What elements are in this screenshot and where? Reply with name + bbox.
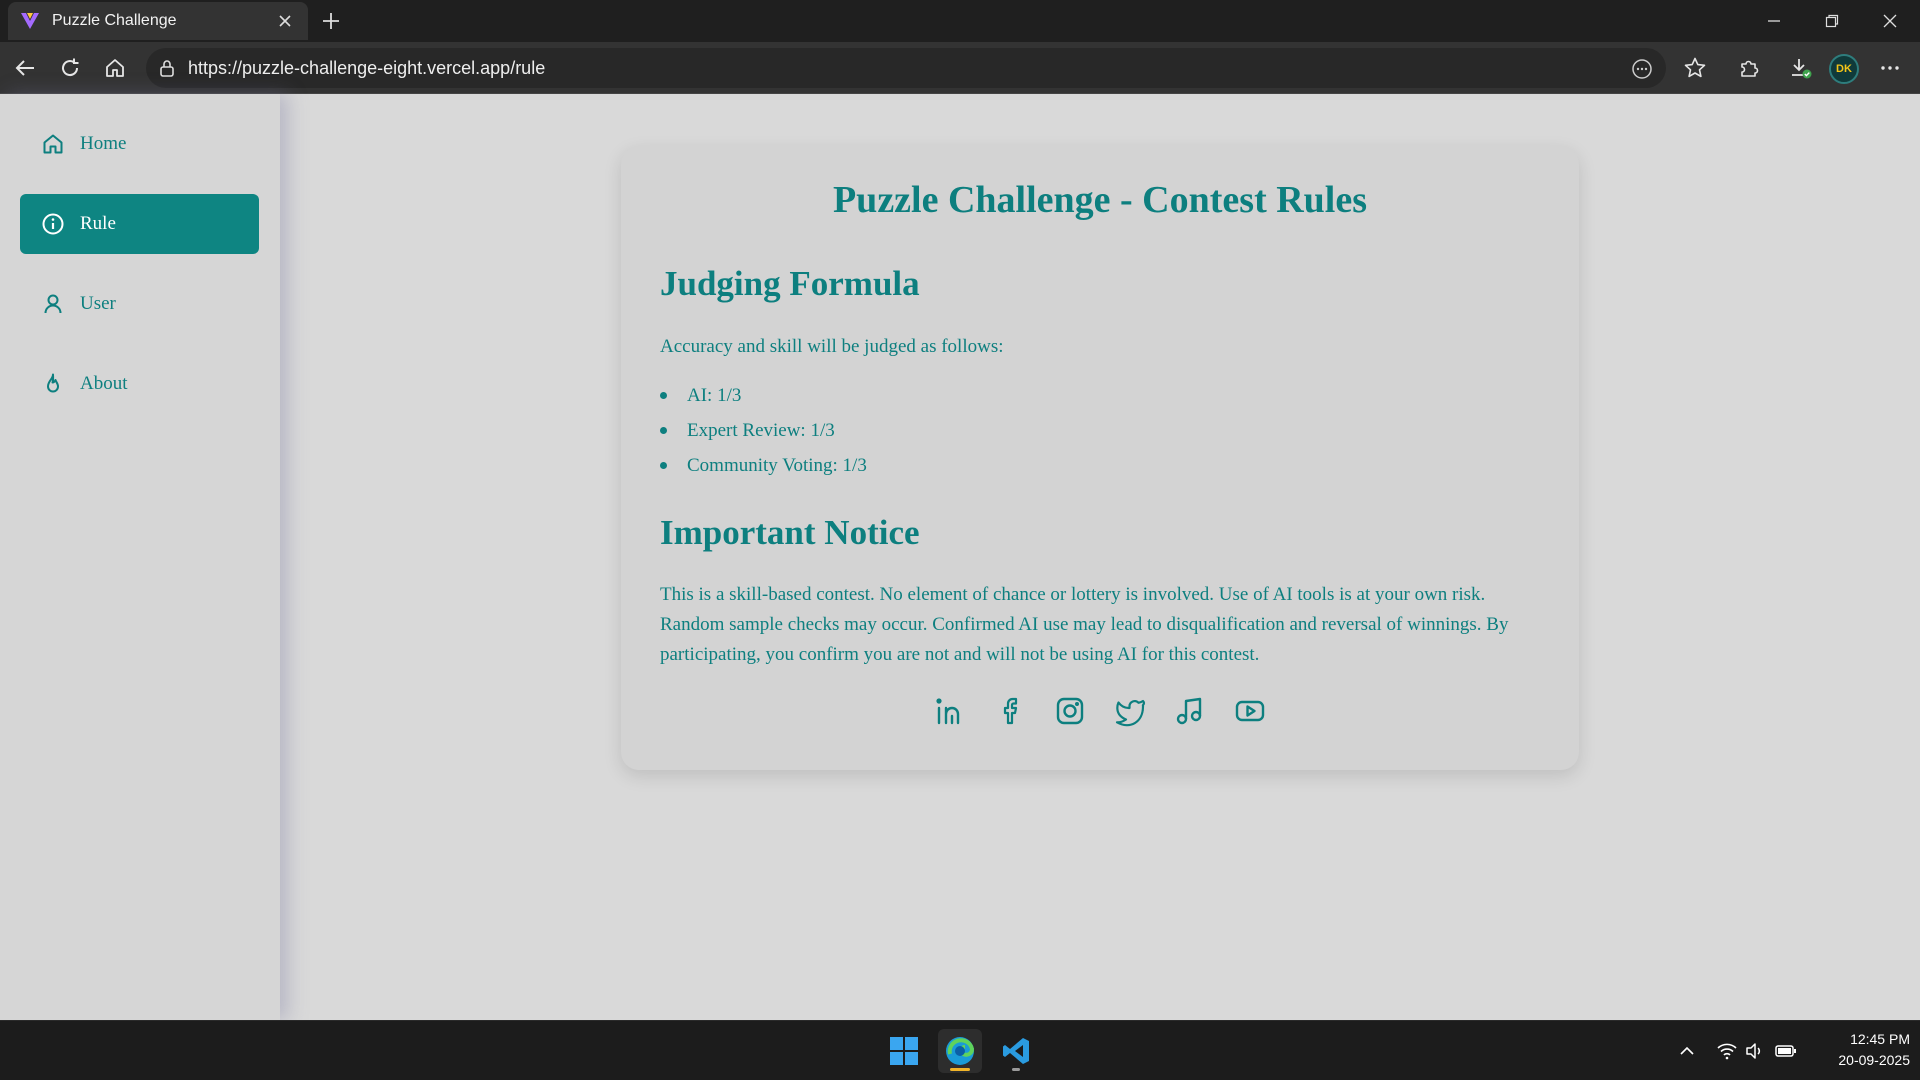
home-browser-icon[interactable] bbox=[100, 53, 130, 83]
downloads-icon[interactable] bbox=[1786, 53, 1816, 83]
list-item-text: Community Voting: 1/3 bbox=[687, 454, 867, 476]
linkedin-icon[interactable] bbox=[933, 694, 967, 728]
tab-title: Puzzle Challenge bbox=[52, 12, 177, 29]
browser-tab[interactable]: Puzzle Challenge bbox=[8, 2, 308, 40]
taskbar: 12:45 PM 20-09-2025 bbox=[0, 1020, 1920, 1080]
twitter-icon[interactable] bbox=[1113, 694, 1147, 728]
judging-list: AI: 1/3 Expert Review: 1/3 Community Vot… bbox=[660, 378, 867, 483]
more-menu-icon[interactable] bbox=[1875, 53, 1905, 83]
battery-icon[interactable] bbox=[1775, 1040, 1797, 1062]
wifi-icon[interactable] bbox=[1716, 1040, 1738, 1062]
important-notice-heading: Important Notice bbox=[660, 513, 920, 552]
list-item: AI: 1/3 bbox=[660, 378, 867, 413]
sidebar: Home Rule User About bbox=[0, 94, 280, 1020]
sidebar-item-rule[interactable]: Rule bbox=[20, 194, 259, 254]
flame-icon bbox=[40, 371, 66, 397]
judging-intro: Accuracy and skill will be judged as fol… bbox=[660, 336, 1004, 357]
clock-date: 20-09-2025 bbox=[1838, 1052, 1910, 1068]
list-item-text: AI: 1/3 bbox=[687, 384, 742, 406]
url-text[interactable]: https://puzzle-challenge-eight.vercel.ap… bbox=[188, 58, 545, 79]
site-favicon-icon bbox=[20, 11, 40, 31]
music-icon[interactable] bbox=[1173, 694, 1207, 728]
sidebar-item-label: About bbox=[80, 373, 128, 394]
system-clock[interactable]: 12:45 PM 20-09-2025 bbox=[1810, 1029, 1910, 1071]
minimize-icon[interactable] bbox=[1760, 8, 1788, 34]
sidebar-item-about[interactable]: About bbox=[20, 354, 259, 414]
sidebar-item-user[interactable]: User bbox=[20, 274, 259, 334]
youtube-icon[interactable] bbox=[1233, 694, 1267, 728]
home-icon bbox=[40, 131, 66, 157]
reload-icon[interactable] bbox=[55, 53, 85, 83]
page-viewport: Home Rule User About Puzzle Challenge - … bbox=[0, 94, 1920, 1020]
list-item: Expert Review: 1/3 bbox=[660, 413, 867, 448]
browser-tab-bar: Puzzle Challenge bbox=[0, 0, 1920, 42]
close-window-icon[interactable] bbox=[1876, 8, 1904, 34]
bullet-dot bbox=[660, 392, 667, 399]
favorite-star-icon[interactable] bbox=[1680, 53, 1710, 83]
bullet-dot bbox=[660, 462, 667, 469]
list-item-text: Expert Review: 1/3 bbox=[687, 419, 835, 441]
windows-start-icon[interactable] bbox=[882, 1029, 926, 1073]
user-icon bbox=[40, 291, 66, 317]
facebook-icon[interactable] bbox=[993, 694, 1027, 728]
clock-time: 12:45 PM bbox=[1850, 1031, 1910, 1047]
sidebar-item-label: Rule bbox=[80, 213, 116, 234]
new-tab-icon[interactable] bbox=[318, 8, 344, 34]
list-item: Community Voting: 1/3 bbox=[660, 448, 867, 483]
restore-icon[interactable] bbox=[1818, 8, 1846, 34]
show-hidden-icons-chevron-icon[interactable] bbox=[1676, 1040, 1698, 1062]
extensions-icon[interactable] bbox=[1734, 53, 1764, 83]
address-bar[interactable]: https://puzzle-challenge-eight.vercel.ap… bbox=[146, 48, 1666, 88]
back-arrow-icon[interactable] bbox=[10, 53, 40, 83]
rules-card: Puzzle Challenge - Contest Rules Judging… bbox=[621, 146, 1579, 770]
sidebar-item-home[interactable]: Home bbox=[20, 114, 259, 174]
bullet-dot bbox=[660, 427, 667, 434]
close-tab-icon[interactable] bbox=[274, 10, 296, 32]
profile-avatar[interactable]: DK bbox=[1829, 54, 1859, 84]
vscode-icon[interactable] bbox=[994, 1029, 1038, 1073]
active-app-indicator bbox=[950, 1068, 970, 1071]
running-app-indicator bbox=[1012, 1068, 1020, 1071]
instagram-icon[interactable] bbox=[1053, 694, 1087, 728]
reader-mode-icon[interactable] bbox=[1629, 56, 1655, 82]
sidebar-item-label: User bbox=[80, 293, 116, 314]
social-links bbox=[621, 694, 1579, 728]
browser-toolbar: https://puzzle-challenge-eight.vercel.ap… bbox=[0, 42, 1920, 94]
notice-text: This is a skill-based contest. No elemen… bbox=[660, 584, 1509, 665]
judging-formula-heading: Judging Formula bbox=[660, 264, 920, 303]
info-icon bbox=[40, 211, 66, 237]
edge-browser-icon[interactable] bbox=[938, 1029, 982, 1073]
lock-icon[interactable] bbox=[156, 57, 178, 79]
volume-icon[interactable] bbox=[1744, 1040, 1766, 1062]
sidebar-item-label: Home bbox=[80, 133, 127, 154]
page-title: Puzzle Challenge - Contest Rules bbox=[832, 179, 1368, 221]
